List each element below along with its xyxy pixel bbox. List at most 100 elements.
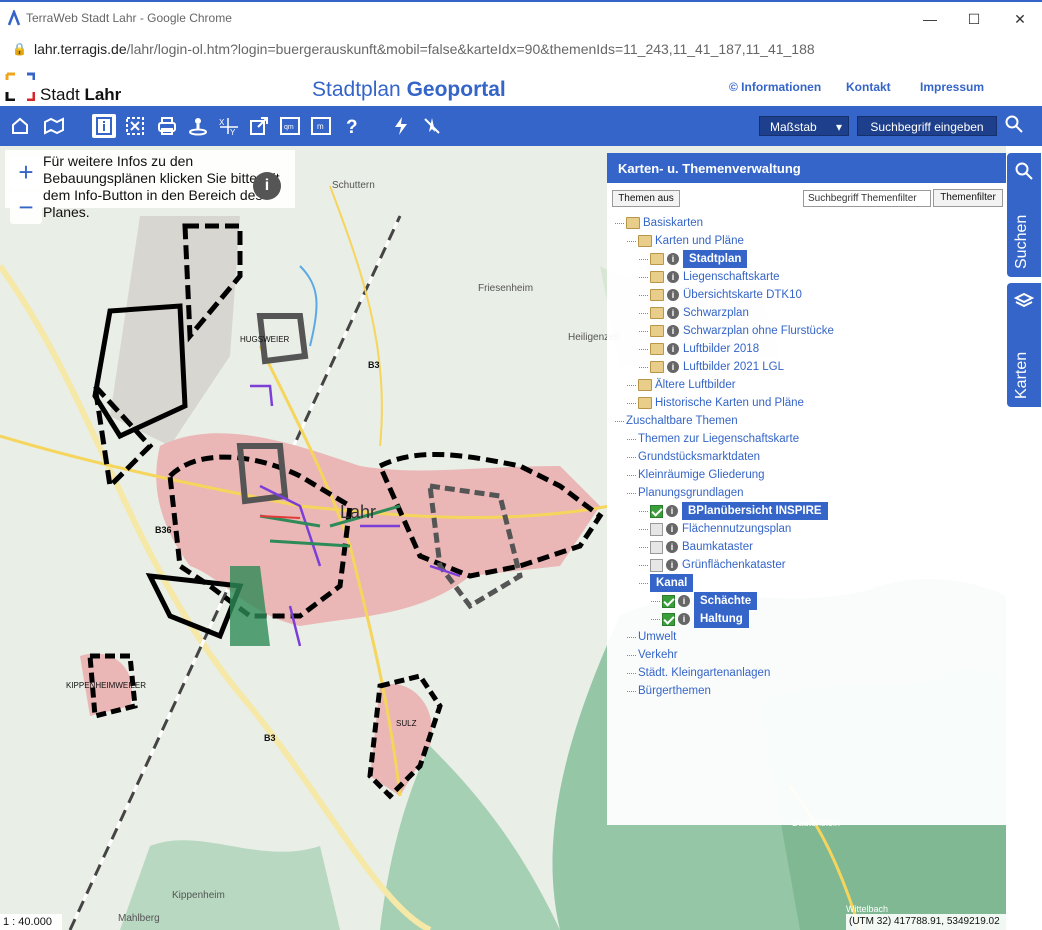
link-informationen[interactable]: © Informationen — [729, 80, 821, 94]
scale-dropdown[interactable]: Maßstab ▾ — [759, 116, 849, 136]
tree-item-label[interactable]: Städt. Kleingartenanlagen — [638, 664, 770, 682]
tree-item[interactable]: Basiskarten — [615, 214, 703, 232]
tree-item-label[interactable]: Schwarzplan ohne Flurstücke — [683, 322, 834, 340]
tree-item-label[interactable]: Übersichtskarte DTK10 — [683, 286, 802, 304]
tree-item[interactable]: i Schwarzplan ohne Flurstücke — [639, 322, 834, 340]
tree-item[interactable]: i Flächennutzungsplan — [639, 520, 791, 538]
search-term-button[interactable]: Suchbegriff eingeben — [857, 116, 997, 136]
theme-filter-input[interactable]: Suchbegriff Themenfilter — [803, 190, 931, 207]
tree-item[interactable]: Bürgerthemen — [627, 682, 711, 700]
layer-checkbox[interactable] — [650, 504, 663, 518]
tree-item[interactable]: Karten und Pläne — [627, 232, 744, 250]
close-icon[interactable]: ✕ — [1008, 8, 1032, 30]
tree-item[interactable]: i Schächte — [651, 592, 758, 610]
tree-item[interactable]: i Luftbilder 2018 — [639, 340, 759, 358]
coordinates-icon[interactable]: XY — [217, 114, 241, 138]
tree-item[interactable]: Städt. Kleingartenanlagen — [627, 664, 770, 682]
area-measure-icon[interactable]: qm — [278, 114, 302, 138]
tree-item-label[interactable]: Kanal — [650, 574, 694, 592]
tab-karten[interactable]: Karten — [1007, 283, 1041, 407]
tree-item-label[interactable]: Basiskarten — [643, 214, 703, 232]
tree-item-label[interactable]: Luftbilder 2021 LGL — [683, 358, 784, 376]
layer-info-icon[interactable]: i — [666, 541, 678, 553]
tree-item[interactable]: Kleinräumige Gliederung — [627, 466, 765, 484]
tree-item-label[interactable]: Planungsgrundlagen — [638, 484, 744, 502]
tree-item-label[interactable]: Zuschaltbare Themen — [626, 412, 738, 430]
layer-info-icon[interactable]: i — [667, 289, 679, 301]
tree-item[interactable]: i Schwarzplan — [639, 304, 749, 322]
tree-item-label[interactable]: Stadtplan — [683, 250, 748, 268]
tree-item-label[interactable]: Baumkataster — [682, 538, 753, 556]
tree-item-label[interactable]: Verkehr — [638, 646, 678, 664]
tree-item[interactable]: Ältere Luftbilder — [627, 376, 736, 394]
tree-item[interactable]: i Stadtplan — [639, 250, 748, 268]
maximize-icon[interactable]: ☐ — [962, 8, 986, 30]
layer-info-icon[interactable]: i — [667, 325, 679, 337]
locate-person-icon[interactable] — [186, 114, 210, 138]
tree-item[interactable]: i BPlanübersicht INSPIRE — [639, 502, 828, 520]
layer-info-icon[interactable]: i — [666, 523, 678, 535]
info-icon[interactable] — [92, 114, 116, 138]
help-icon[interactable]: ? — [340, 114, 364, 138]
tree-item[interactable]: i Grünflächenkataster — [639, 556, 786, 574]
tree-item-label[interactable]: Historische Karten und Pläne — [655, 394, 804, 412]
layer-info-icon[interactable]: i — [667, 343, 679, 355]
layer-checkbox[interactable] — [650, 522, 663, 536]
tree-item-label[interactable]: Bürgerthemen — [638, 682, 711, 700]
search-icon[interactable] — [1004, 114, 1024, 134]
tree-item-label[interactable]: Kleinräumige Gliederung — [638, 466, 765, 484]
themes-off-button[interactable]: Themen aus — [612, 190, 680, 207]
layer-info-icon[interactable]: i — [667, 253, 679, 265]
tree-item[interactable]: i Übersichtskarte DTK10 — [639, 286, 802, 304]
tree-item[interactable]: Verkehr — [627, 646, 678, 664]
zoom-in-button[interactable]: + — [10, 157, 42, 189]
tree-item-label[interactable]: Grundstücksmarktdaten — [638, 448, 760, 466]
link-kontakt[interactable]: Kontakt — [846, 80, 891, 94]
tree-item[interactable]: Themen zur Liegenschaftskarte — [627, 430, 799, 448]
layer-info-icon[interactable]: i — [667, 271, 679, 283]
tree-item-label[interactable]: Umwelt — [638, 628, 676, 646]
tree-item-label[interactable]: Haltung — [694, 610, 749, 628]
tree-item-label[interactable]: Schwarzplan — [683, 304, 749, 322]
tree-item-label[interactable]: Flächennutzungsplan — [682, 520, 791, 538]
tree-item-label[interactable]: Grünflächenkataster — [682, 556, 786, 574]
tree-item-label[interactable]: Karten und Pläne — [655, 232, 744, 250]
export-icon[interactable] — [247, 114, 271, 138]
layer-info-icon[interactable]: i — [667, 307, 679, 319]
layer-checkbox[interactable] — [650, 558, 663, 572]
tree-item[interactable]: Grundstücksmarktdaten — [627, 448, 760, 466]
gps-off-icon[interactable] — [420, 114, 444, 138]
tree-item-label[interactable]: Schächte — [694, 592, 758, 610]
tree-item[interactable]: Umwelt — [627, 628, 676, 646]
tree-item-label[interactable]: Liegenschaftskarte — [683, 268, 780, 286]
tree-item[interactable]: i Liegenschaftskarte — [639, 268, 780, 286]
layer-info-icon[interactable]: i — [666, 559, 678, 571]
link-impressum[interactable]: Impressum — [920, 80, 984, 94]
layer-info-icon[interactable]: i — [667, 361, 679, 373]
select-area-icon[interactable] — [123, 114, 147, 138]
theme-filter-button[interactable]: Themenfilter — [933, 189, 1003, 207]
minimize-icon[interactable]: — — [918, 8, 942, 30]
tab-suchen[interactable]: Suchen — [1007, 153, 1041, 277]
flash-icon[interactable] — [389, 114, 413, 138]
address-bar[interactable]: 🔒 lahr.terragis.de/lahr/login-ol.htm?log… — [0, 34, 1042, 64]
tree-item[interactable]: i Luftbilder 2021 LGL — [639, 358, 784, 376]
layer-info-icon[interactable]: i — [678, 595, 690, 607]
tree-item-label[interactable]: BPlanübersicht INSPIRE — [682, 502, 828, 520]
tree-item[interactable]: Zuschaltbare Themen — [615, 412, 738, 430]
print-icon[interactable] — [155, 114, 179, 138]
layer-checkbox[interactable] — [650, 540, 663, 554]
stadt-lahr-logo-icon[interactable] — [5, 71, 35, 101]
tree-item-label[interactable]: Luftbilder 2018 — [683, 340, 759, 358]
zoom-out-button[interactable]: − — [10, 192, 42, 224]
zoom-extent-icon[interactable] — [42, 114, 66, 138]
tree-item[interactable]: Historische Karten und Pläne — [627, 394, 804, 412]
tree-item[interactable]: i Haltung — [651, 610, 749, 628]
lock-icon[interactable]: 🔒 — [12, 42, 27, 56]
tree-item[interactable]: Kanal — [639, 574, 694, 592]
tree-item-label[interactable]: Themen zur Liegenschaftskarte — [638, 430, 799, 448]
layer-info-icon[interactable]: i — [666, 505, 678, 517]
home-icon[interactable] — [8, 114, 32, 138]
layer-checkbox[interactable] — [662, 612, 675, 626]
layer-checkbox[interactable] — [662, 594, 675, 608]
